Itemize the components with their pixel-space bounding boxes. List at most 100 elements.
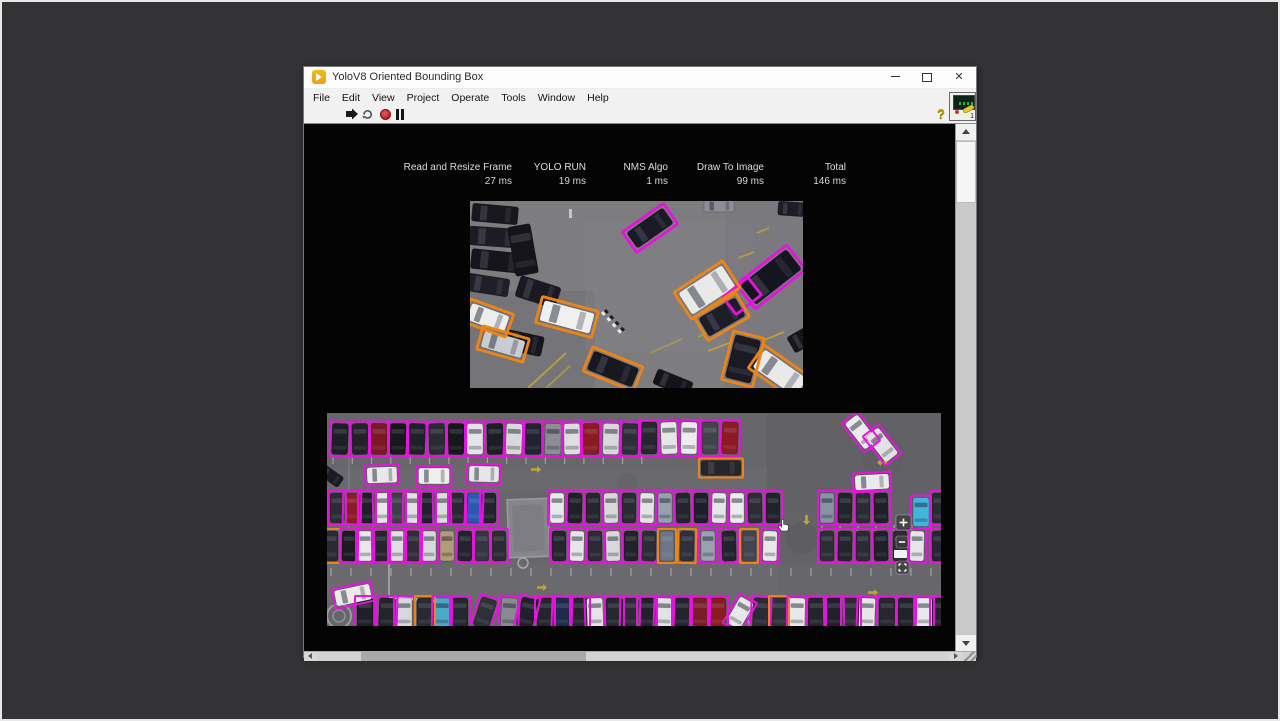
car	[691, 597, 709, 626]
zoom-in-button[interactable]	[895, 514, 912, 531]
horizontal-scrollbar[interactable]	[304, 651, 976, 661]
car	[408, 423, 426, 455]
car	[703, 201, 735, 213]
car	[389, 530, 405, 562]
car	[700, 460, 742, 476]
car	[912, 497, 930, 527]
car	[491, 530, 507, 562]
car	[855, 492, 871, 524]
detection-detail-image	[470, 201, 803, 388]
car	[366, 466, 398, 484]
car	[873, 530, 889, 562]
menu-item-window[interactable]: Window	[532, 91, 581, 105]
car	[569, 530, 585, 562]
chevron-right-icon	[954, 653, 958, 659]
car	[873, 492, 889, 524]
scroll-up-button[interactable]	[956, 124, 976, 140]
help-icon[interactable]: ?	[937, 106, 945, 121]
chevron-left-icon	[308, 653, 312, 659]
abort-button[interactable]	[380, 109, 391, 120]
close-button[interactable]: ✕	[944, 67, 974, 87]
resize-grip[interactable]	[962, 652, 976, 661]
front-panel: Read and Resize Frame 27 ms YOLO RUN 19 ms N…	[304, 124, 955, 651]
chevron-down-icon	[962, 641, 970, 646]
menu-item-view[interactable]: View	[366, 91, 401, 105]
app-window: YoloV8 Oriented Bounding Box ✕ File Edit V…	[303, 66, 977, 661]
car	[621, 423, 639, 455]
car	[729, 492, 745, 524]
car	[447, 423, 465, 455]
car	[341, 530, 357, 562]
car	[433, 597, 451, 626]
car	[505, 423, 523, 455]
car	[931, 492, 941, 524]
maximize-button[interactable]	[912, 67, 942, 87]
titlebar: YoloV8 Oriented Bounding Box ✕	[304, 67, 976, 89]
vertical-scrollbar-thumb[interactable]	[956, 141, 976, 203]
car	[680, 421, 698, 455]
car	[395, 597, 413, 626]
car	[878, 597, 896, 626]
front-panel-area: Read and Resize Frame 27 ms YOLO RUN 19 ms N…	[304, 124, 976, 651]
zoom-out-button[interactable]	[895, 535, 909, 549]
car	[549, 492, 565, 524]
car	[474, 530, 490, 562]
car	[623, 530, 639, 562]
car	[585, 492, 601, 524]
toolbar: ?	[304, 106, 976, 124]
labview-app-icon	[312, 70, 326, 84]
car	[897, 597, 915, 626]
car	[416, 597, 434, 626]
car	[854, 473, 890, 491]
window-title: YoloV8 Oriented Bounding Box	[332, 71, 484, 83]
car	[351, 423, 369, 455]
car	[701, 421, 719, 455]
menu-item-project[interactable]: Project	[401, 91, 446, 105]
car	[825, 597, 843, 626]
run-continuously-button[interactable]	[360, 108, 375, 121]
car	[641, 530, 657, 562]
car	[602, 423, 620, 455]
play-triangle-icon	[316, 73, 322, 81]
vertical-scrollbar[interactable]	[955, 124, 976, 651]
car	[640, 421, 658, 455]
car	[721, 421, 739, 455]
minimize-button[interactable]	[880, 67, 910, 87]
menu-item-operate[interactable]: Operate	[445, 91, 495, 105]
car	[639, 492, 655, 524]
car	[770, 597, 788, 626]
car	[765, 492, 781, 524]
car	[741, 530, 757, 562]
car	[439, 530, 455, 562]
chevron-up-icon	[962, 129, 970, 134]
horizontal-scrollbar-thumb[interactable]	[361, 652, 586, 661]
car	[451, 597, 469, 626]
run-button[interactable]	[345, 108, 359, 121]
scroll-left-button[interactable]	[304, 652, 317, 661]
car	[909, 530, 925, 562]
ground-patch	[569, 209, 572, 218]
fullscreen-button[interactable]	[895, 560, 910, 575]
scroll-down-button[interactable]	[956, 635, 976, 651]
car	[855, 530, 871, 562]
car	[582, 423, 600, 455]
menu-item-file[interactable]: File	[307, 91, 336, 105]
scroll-right-button[interactable]	[949, 652, 962, 661]
car	[638, 597, 656, 626]
minimize-icon	[890, 76, 900, 77]
menu-item-tools[interactable]: Tools	[495, 91, 532, 105]
metric-label: Total	[824, 162, 846, 173]
car	[428, 423, 446, 455]
vi-icon[interactable]: 1	[949, 92, 976, 121]
car	[551, 530, 567, 562]
car	[807, 597, 825, 626]
pause-bar	[401, 109, 404, 120]
menu-item-edit[interactable]: Edit	[336, 91, 366, 105]
car	[327, 530, 339, 562]
car	[331, 423, 349, 455]
menu-item-help[interactable]: Help	[581, 91, 615, 105]
pause-button[interactable]	[396, 109, 406, 120]
detection-overview-image	[327, 413, 941, 626]
car	[605, 530, 621, 562]
car	[418, 467, 450, 485]
